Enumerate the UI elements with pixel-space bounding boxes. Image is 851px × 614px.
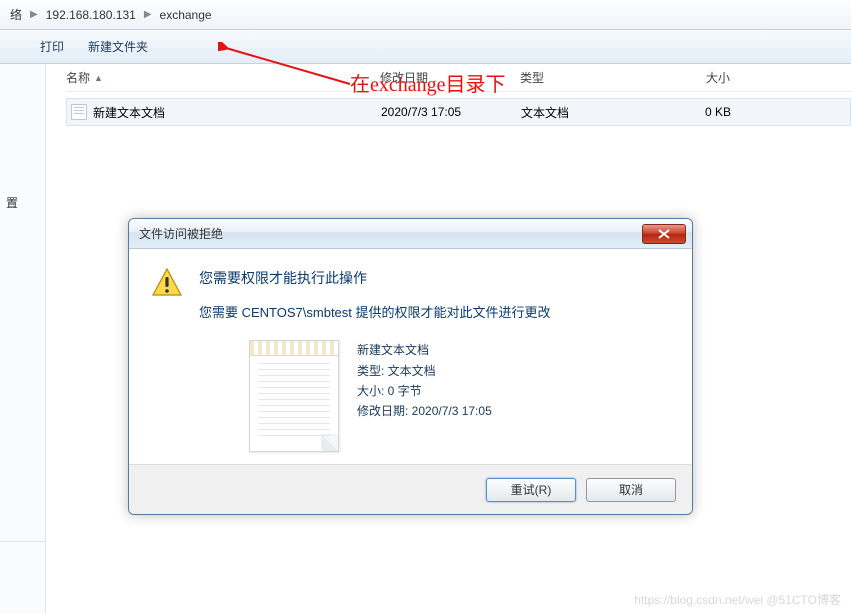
dialog-message: 您需要 CENTOS7\smbtest 提供的权限才能对此文件进行更改 bbox=[199, 303, 551, 324]
breadcrumb-host[interactable]: 192.168.180.131 bbox=[40, 4, 142, 26]
file-row[interactable]: 新建文本文档 2020/7/3 17:05 文本文档 0 KB bbox=[66, 98, 851, 126]
access-denied-dialog: 文件访问被拒绝 您需要权限才能执行此操作 您需要 CENTOS7\smbtest… bbox=[128, 218, 693, 515]
file-date: 2020/7/3 17:05 bbox=[381, 105, 521, 119]
watermark: https://blog.csdn.net/wei @51CTO博客 bbox=[634, 591, 841, 608]
column-size[interactable]: 大小 bbox=[650, 69, 750, 86]
chevron-right-icon: ▶ bbox=[28, 9, 40, 20]
retry-button[interactable]: 重试(R) bbox=[486, 478, 576, 502]
dialog-titlebar[interactable]: 文件访问被拒绝 bbox=[129, 219, 692, 249]
dialog-heading: 您需要权限才能执行此操作 bbox=[199, 267, 551, 289]
detail-name: 新建文本文档 bbox=[357, 340, 492, 360]
dialog-footer: 重试(R) 取消 bbox=[129, 464, 692, 514]
detail-size: 大小: 0 字节 bbox=[357, 381, 492, 401]
warning-icon bbox=[151, 267, 183, 299]
file-name: 新建文本文档 bbox=[93, 104, 381, 121]
detail-type: 类型: 文本文档 bbox=[357, 361, 492, 381]
new-folder-button[interactable]: 新建文件夹 bbox=[88, 38, 148, 55]
print-button[interactable]: 打印 bbox=[40, 38, 64, 55]
text-file-icon bbox=[71, 104, 87, 120]
column-type[interactable]: 类型 bbox=[520, 69, 650, 86]
list-header: 名称 ▲ 修改日期 类型 大小 bbox=[66, 64, 851, 92]
chevron-right-icon: ▶ bbox=[142, 9, 154, 20]
sidebar: 置 bbox=[0, 64, 46, 614]
column-date[interactable]: 修改日期 bbox=[380, 69, 520, 86]
address-bar[interactable]: 络 ▶ 192.168.180.131 ▶ exchange bbox=[0, 0, 851, 30]
breadcrumb-root[interactable]: 络 bbox=[4, 2, 28, 27]
column-name[interactable]: 名称 ▲ bbox=[66, 69, 380, 86]
breadcrumb-folder[interactable]: exchange bbox=[154, 4, 218, 26]
file-list: 名称 ▲ 修改日期 类型 大小 新建文本文档 2020/7/3 17:05 文本… bbox=[46, 64, 851, 126]
file-size: 0 KB bbox=[651, 105, 751, 119]
close-icon bbox=[658, 229, 670, 239]
file-details: 新建文本文档 类型: 文本文档 大小: 0 字节 修改日期: 2020/7/3 … bbox=[357, 340, 492, 452]
document-thumbnail-icon bbox=[249, 340, 339, 452]
file-type: 文本文档 bbox=[521, 104, 651, 121]
cancel-button[interactable]: 取消 bbox=[586, 478, 676, 502]
detail-date: 修改日期: 2020/7/3 17:05 bbox=[357, 401, 492, 421]
dialog-title: 文件访问被拒绝 bbox=[139, 225, 223, 242]
close-button[interactable] bbox=[642, 224, 686, 244]
sidebar-label: 置 bbox=[6, 194, 18, 211]
sort-arrow-icon: ▲ bbox=[94, 73, 103, 83]
toolbar: 打印 新建文件夹 bbox=[0, 30, 851, 64]
